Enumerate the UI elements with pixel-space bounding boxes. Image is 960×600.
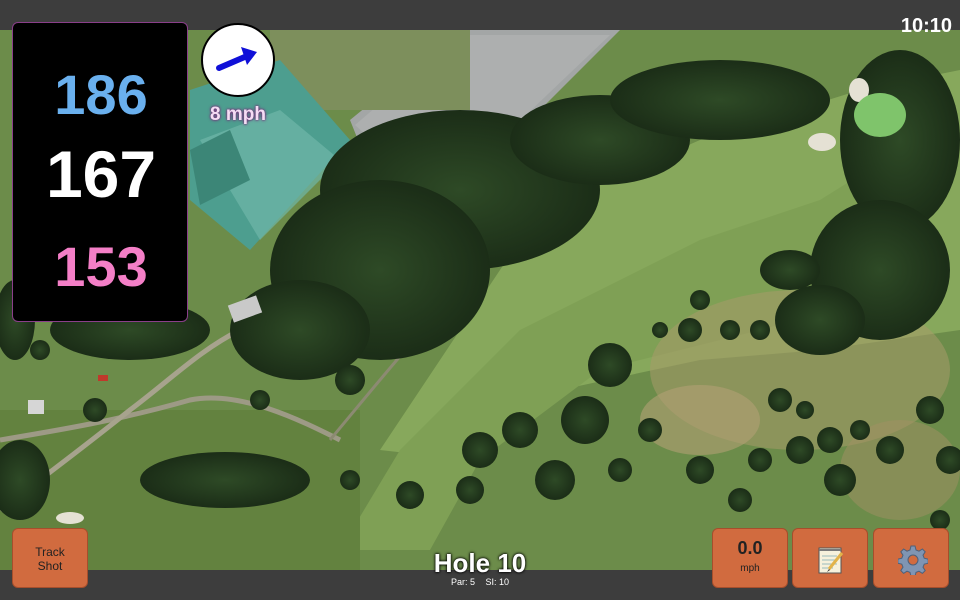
hole-title: Hole 10 <box>433 548 527 578</box>
distance-panel: 186 167 153 <box>12 22 188 322</box>
notepad-icon <box>818 547 844 574</box>
speed-value: 0.0 <box>737 538 763 558</box>
hole-par: Par: 5 <box>450 577 475 587</box>
distance-front: 153 <box>54 235 148 298</box>
track-shot-button[interactable]: Track Shot <box>12 528 88 588</box>
hole-info: Par: 5 SI: 10 <box>380 577 580 587</box>
hole-si: SI: 10 <box>485 577 510 587</box>
speed-button[interactable]: 0.0 mph <box>712 528 788 588</box>
distance-back: 186 <box>54 63 148 126</box>
distance-center: 167 <box>45 137 157 211</box>
clock: 10:10 <box>900 15 952 37</box>
track-shot-label-line1: Track <box>35 545 65 559</box>
gear-icon <box>898 545 928 575</box>
wind-indicator <box>201 23 275 97</box>
speed-unit: mph <box>740 563 760 574</box>
track-shot-label-line2: Shot <box>37 559 63 573</box>
notes-button[interactable] <box>792 528 868 588</box>
settings-button[interactable] <box>873 528 949 588</box>
wind-speed: 8 mph <box>210 104 266 125</box>
wind-arrow-icon <box>216 47 257 71</box>
